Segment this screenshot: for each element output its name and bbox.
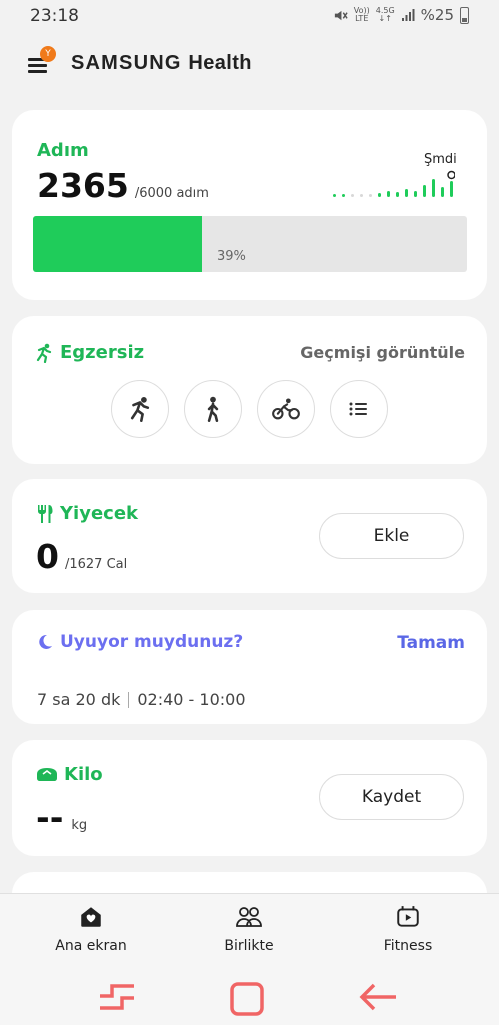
back-button[interactable] — [358, 982, 398, 1012]
steps-value: 2365 /6000 adım — [37, 166, 209, 205]
hourly-steps-chart — [333, 170, 455, 197]
sleep-header: Uyuyor muydunuz? — [36, 632, 243, 652]
cycling-exercise-button[interactable] — [257, 380, 315, 438]
food-card[interactable]: Yiyecek 0 /1627 Cal Ekle — [12, 479, 487, 593]
video-icon — [397, 906, 419, 927]
divider — [128, 691, 130, 708]
nav-together[interactable]: Birlikte — [179, 904, 319, 954]
exercise-list-button[interactable] — [330, 380, 388, 438]
scale-icon — [37, 767, 57, 781]
sleep-duration-row: 7 sa 20 dk 02:40 - 10:00 — [37, 690, 246, 709]
network-type-indicator: 4.5G ↓↑ — [375, 6, 395, 23]
walking-icon — [207, 396, 219, 422]
battery-percent: %25 — [420, 6, 454, 24]
cutlery-icon — [38, 504, 53, 523]
running-icon — [36, 343, 52, 363]
nav-together-label: Birlikte — [224, 938, 274, 954]
steps-count: 2365 — [37, 166, 129, 205]
steps-progress-fill — [33, 216, 203, 272]
weight-card[interactable]: Kilo -- kg Kaydet — [12, 740, 487, 856]
save-weight-button[interactable]: Kaydet — [319, 774, 464, 820]
home-icon — [81, 907, 101, 927]
nav-fitness-label: Fitness — [383, 938, 433, 954]
sleep-time-range: 02:40 - 10:00 — [137, 690, 246, 709]
weight-amount: -- — [36, 798, 64, 837]
status-icons: Vo)) LTE 4.5G ↓↑ %25 — [333, 6, 469, 24]
nav-home-label: Ana ekran — [55, 938, 127, 954]
calories-count: 0 — [36, 537, 59, 576]
steps-progress-percent: 39% — [217, 249, 246, 264]
add-food-button[interactable]: Ekle — [319, 513, 464, 559]
run-exercise-button[interactable] — [111, 380, 169, 438]
moon-icon — [39, 634, 52, 649]
sleep-card[interactable]: Uyuyor muydunuz? Tamam 7 sa 20 dk 02:40 … — [12, 610, 487, 724]
walk-exercise-button[interactable] — [184, 380, 242, 438]
notification-badge: Y — [40, 46, 56, 62]
signal-icon — [401, 9, 415, 21]
weight-title: Kilo — [64, 764, 103, 785]
volte-indicator: Vo)) LTE — [353, 6, 370, 23]
list-icon — [349, 402, 367, 416]
steps-progress-bar — [33, 216, 467, 272]
exercise-card: Egzersiz Geçmişi görüntüle — [12, 316, 487, 464]
mute-icon — [334, 10, 348, 20]
steps-goal: /6000 adım — [134, 186, 209, 201]
people-icon — [236, 907, 262, 927]
food-title: Yiyecek — [60, 503, 138, 524]
view-history-link[interactable]: Geçmişi görüntüle — [300, 343, 465, 362]
weight-unit: kg — [71, 818, 88, 833]
running-icon — [130, 397, 150, 422]
food-header: Yiyecek — [36, 503, 138, 524]
steps-card[interactable]: Adım 2365 /6000 adım Şmdi 39% — [12, 110, 487, 300]
sleep-title: Uyuyor muydunuz? — [60, 632, 244, 652]
sleep-duration: 7 sa 20 dk — [37, 690, 121, 709]
cycling-icon — [272, 398, 300, 420]
food-value: 0 /1627 Cal — [36, 537, 127, 576]
recent-apps-button[interactable] — [98, 982, 136, 1012]
sleep-confirm-button[interactable]: Tamam — [397, 633, 465, 653]
app-header: Y SAMSUNG Health — [0, 38, 499, 88]
now-label: Şmdi — [424, 152, 457, 167]
steps-title: Adım — [37, 140, 89, 161]
nav-fitness[interactable]: Fitness — [338, 904, 478, 954]
home-button[interactable] — [229, 982, 265, 1016]
exercise-header: Egzersiz — [34, 342, 144, 363]
calories-goal: /1627 Cal — [64, 557, 128, 572]
exercise-title: Egzersiz — [60, 342, 145, 363]
app-logo: SAMSUNG Health — [71, 52, 252, 74]
nav-home[interactable]: Ana ekran — [21, 904, 161, 954]
menu-button[interactable]: Y — [28, 46, 56, 74]
battery-icon — [460, 6, 469, 24]
weight-value: -- kg — [36, 798, 87, 837]
status-bar: 23:18 Vo)) LTE 4.5G ↓↑ %25 — [0, 0, 499, 34]
status-time: 23:18 — [30, 6, 79, 26]
weight-header: Kilo — [36, 764, 103, 785]
